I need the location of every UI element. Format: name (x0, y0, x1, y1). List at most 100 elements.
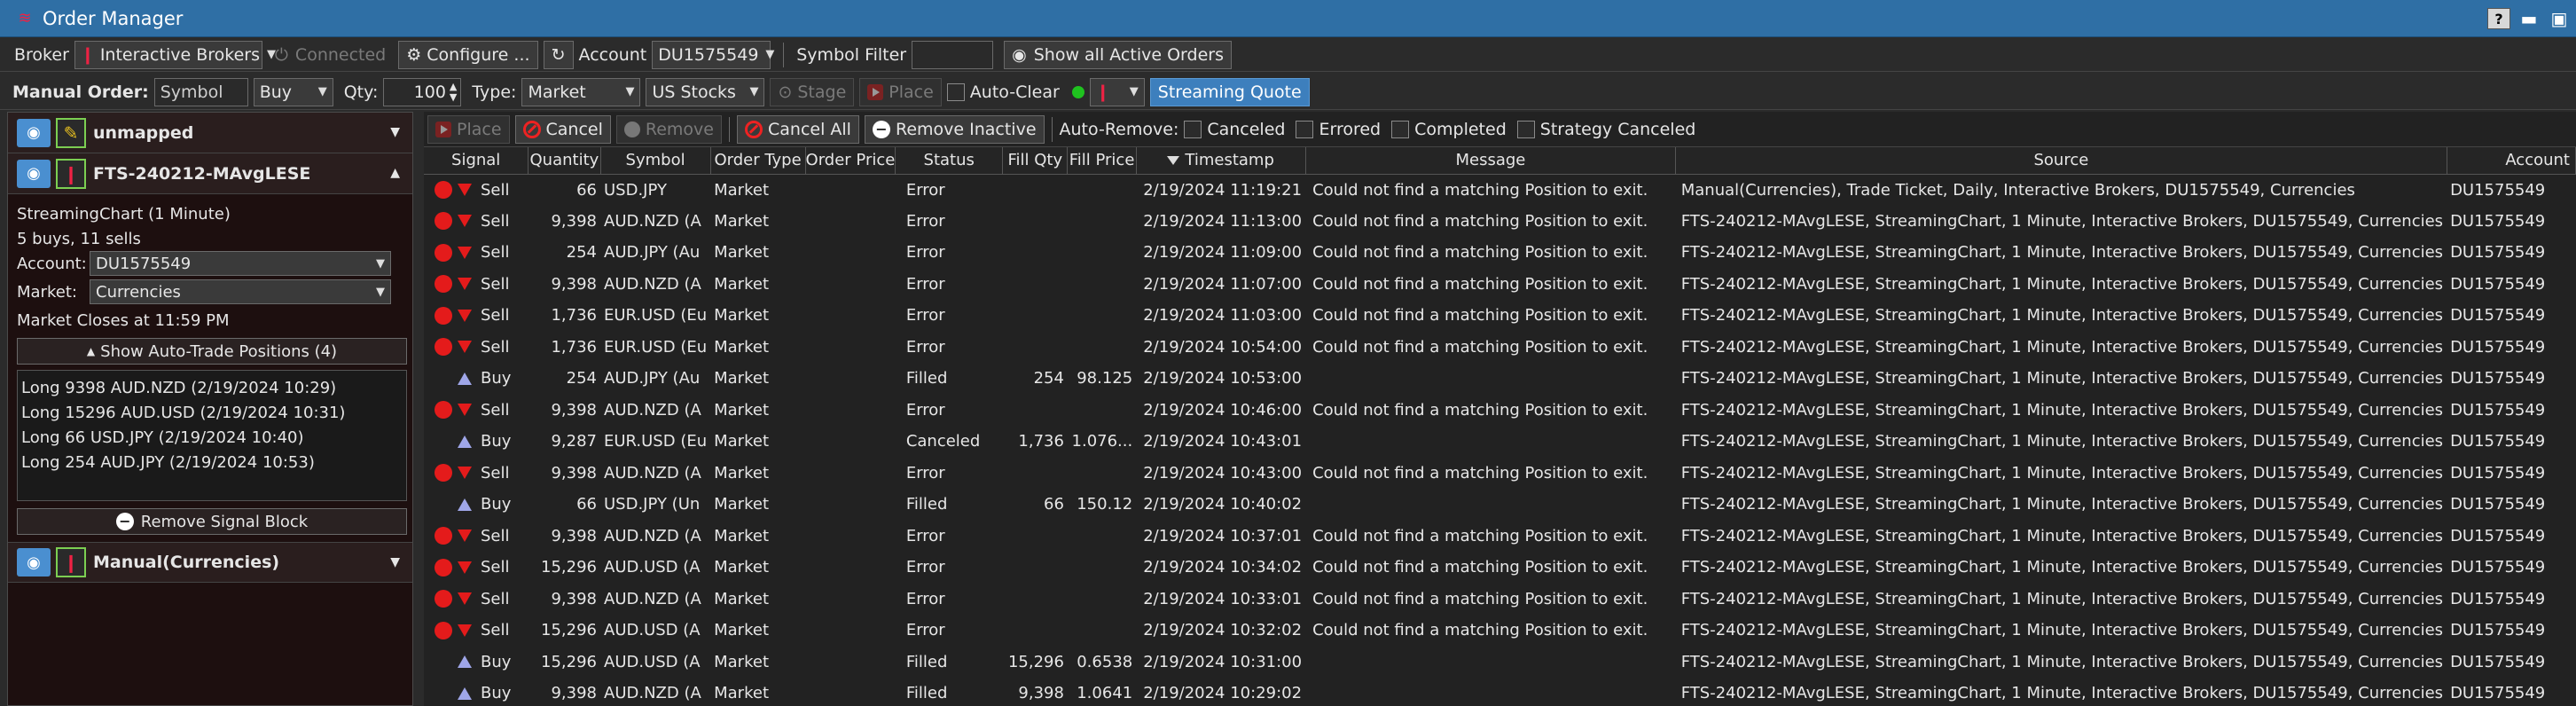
table-row[interactable]: Sell 9,398 AUD.NZD (A Market Error 2/19/2024 … (424, 395, 2576, 427)
account-select[interactable]: DU1575549 ▼ (652, 40, 774, 69)
column-header-signal[interactable]: Signal (424, 147, 529, 175)
cancel-all-button[interactable]: Cancel All (737, 114, 859, 144)
streaming-quote-button[interactable]: Streaming Quote (1149, 77, 1310, 106)
canceled-label: Canceled (1207, 119, 1286, 139)
chevron-up-icon[interactable]: ▲ (390, 166, 400, 180)
market-select[interactable]: US Stocks ▼ (646, 77, 765, 106)
place-order-button[interactable]: Place (859, 77, 942, 106)
quantity-stepper[interactable]: 100 ▲ ▼ (383, 77, 462, 106)
table-row[interactable]: Sell 9,398 AUD.NZD (A Market Error 2/19/2024 … (424, 269, 2576, 301)
column-header-status[interactable]: Status (895, 147, 1004, 175)
fill-price-cell (1068, 206, 1136, 238)
account-cell: DU1575549 (2450, 463, 2546, 482)
place-button[interactable]: Place (427, 114, 510, 144)
column-header-fill-price[interactable]: Fill Price (1067, 147, 1137, 175)
table-row[interactable]: Sell 9,398 AUD.NZD (A Market Error 2/19/2024 … (424, 206, 2576, 238)
symbol-filter-input[interactable] (912, 40, 994, 69)
column-header-source[interactable]: Source (1675, 147, 2447, 175)
maximize-button[interactable]: ▣ (2548, 8, 2571, 29)
signal-group-strategy[interactable]: ◉ ❙ FTS-240212-MAvgLESE ▲ (8, 153, 412, 194)
order-price-cell (805, 647, 896, 679)
strategy-canceled-checkbox[interactable] (1516, 120, 1535, 138)
broker-select[interactable]: ❙ Interactive Brokers ▼ (74, 40, 276, 69)
table-row[interactable]: Buy 66 USD.JPY (Un Market Filled 66 150.12 2/19… (424, 489, 2576, 521)
divider (783, 42, 785, 67)
list-item: Long 254 AUD.JPY (2/19/2024 10:53) (21, 453, 315, 472)
account-cell: DU1575549 (2450, 558, 2546, 577)
eye-icon[interactable]: ◉ (17, 548, 51, 577)
timestamp-cell: 2/19/2024 11:13:00 (1143, 211, 1303, 231)
table-row[interactable]: Sell 1,736 EUR.USD (Eu Market Error 2/19/2024… (424, 300, 2576, 332)
configure-button[interactable]: ⚙ Configure ... (398, 40, 538, 69)
quote-broker-select[interactable]: ❙ ▼ (1089, 77, 1145, 106)
signal-group-manual[interactable]: ◉ ❙ Manual(Currencies) ▼ (8, 542, 412, 583)
table-row[interactable]: Sell 9,398 AUD.NZD (A Market Error 2/19/2024 … (424, 521, 2576, 553)
auto-clear-checkbox[interactable] (946, 82, 965, 101)
table-row[interactable]: Sell 9,398 AUD.NZD (A Market Error 2/19/2024 … (424, 584, 2576, 616)
column-header-quantity[interactable]: Quantity (528, 147, 601, 175)
buy-arrow-icon (458, 655, 472, 669)
table-row[interactable]: Buy 15,296 AUD.USD (A Market Filled 15,296 0.6… (424, 647, 2576, 679)
table-row[interactable]: Buy 254 AUD.JPY (Au Market Filled 254 98.125 2/… (424, 363, 2576, 395)
column-header-symbol[interactable]: Symbol (600, 147, 711, 175)
column-header-fill-qty[interactable]: Fill Qty (1002, 147, 1069, 175)
table-row[interactable]: Buy 9,287 EUR.USD (Eu Market Canceled 1,736 1.… (424, 426, 2576, 458)
timestamp-cell: 2/19/2024 10:29:02 (1143, 684, 1303, 703)
order-price-cell (805, 615, 896, 647)
order-type-select[interactable]: Market ▼ (521, 77, 641, 106)
help-button[interactable]: ? (2487, 8, 2510, 29)
timestamp-cell: 2/19/2024 10:34:02 (1143, 558, 1303, 577)
account-select[interactable]: DU1575549 ▼ (90, 251, 391, 276)
refresh-button[interactable]: ↻ (543, 40, 574, 69)
canceled-checkbox[interactable] (1184, 120, 1202, 138)
side-select[interactable]: Buy ▼ (253, 77, 333, 106)
show-auto-trade-positions-button[interactable]: ▲ Show Auto-Trade Positions (4) (17, 338, 407, 365)
source-cell: FTS-240212-MAvgLESE, StreamingChart, 1 M… (1680, 589, 2444, 608)
minimize-button[interactable]: ▬ (2517, 8, 2541, 29)
show-all-active-orders-button[interactable]: ◉ Show all Active Orders (1004, 40, 1232, 69)
table-row[interactable]: Sell 15,296 AUD.USD (A Market Error 2/19/2024… (424, 552, 2576, 584)
column-header-timestamp[interactable]: Timestamp (1136, 147, 1306, 175)
spin-icon[interactable]: ▲ ▼ (450, 81, 457, 103)
signal-cell: Buy (424, 678, 529, 706)
column-header-order-price[interactable]: Order Price (805, 147, 897, 175)
signal-cell: Buy (424, 426, 529, 458)
symbol-input[interactable]: Symbol (153, 77, 248, 106)
order-type-cell: Market (714, 274, 769, 294)
message-cell: Could not find a matching Position to ex… (1312, 400, 1648, 420)
stage-button[interactable]: ⊙ Stage (770, 77, 855, 106)
message-cell: Could not find a matching Position to ex… (1312, 558, 1648, 577)
market-select[interactable]: Currencies ▼ (90, 279, 391, 304)
table-row[interactable]: Sell 66 USD.JPY Market Error 2/19/2024 11:19:… (424, 174, 2576, 206)
chevron-down-icon[interactable]: ▼ (390, 125, 400, 139)
table-row[interactable]: Sell 1,736 EUR.USD (Eu Market Error 2/19/2024… (424, 332, 2576, 364)
remove-signal-block-button[interactable]: − Remove Signal Block (17, 508, 407, 535)
remove-button[interactable]: Remove (615, 114, 722, 144)
account-cell: DU1575549 (2450, 243, 2546, 263)
table-row[interactable]: Sell 254 AUD.JPY (Au Market Error 2/19/2024 1… (424, 237, 2576, 269)
signal-label: Buy (481, 369, 512, 388)
connected-button[interactable]: ⏻ Connected (268, 41, 393, 69)
order-price-cell (805, 552, 896, 584)
message-cell: Could not find a matching Position to ex… (1312, 463, 1648, 482)
signal-group-unmapped[interactable]: ◉ ✎ unmapped ▼ (8, 113, 412, 153)
status-cell: Error (905, 306, 945, 326)
order-type-cell: Market (714, 337, 769, 357)
account-label: Account (578, 44, 647, 65)
errored-checkbox[interactable] (1296, 120, 1314, 138)
column-header-order-type[interactable]: Order Type (710, 147, 806, 175)
table-row[interactable]: Sell 15,296 AUD.USD (A Market Error 2/19/2024… (424, 615, 2576, 647)
table-row[interactable]: Sell 9,398 AUD.NZD (A Market Error 2/19/2024 … (424, 458, 2576, 490)
eye-icon[interactable]: ◉ (17, 118, 51, 147)
column-header-account[interactable]: Account (2447, 147, 2576, 175)
column-header-message[interactable]: Message (1305, 147, 1677, 175)
eye-icon[interactable]: ◉ (17, 159, 51, 188)
chevron-down-icon[interactable]: ▼ (390, 555, 400, 569)
timestamp-cell: 2/19/2024 10:53:00 (1143, 369, 1303, 388)
title-bar: ≋ Order Manager ? ▬ ▣ (0, 0, 2576, 37)
table-row[interactable]: Buy 9,398 AUD.NZD (A Market Filled 9,398 1.064… (424, 678, 2576, 706)
status-cell: Filled (905, 369, 948, 388)
cancel-button[interactable]: Cancel (514, 114, 611, 144)
completed-checkbox[interactable] (1391, 120, 1410, 138)
remove-inactive-button[interactable]: − Remove Inactive (864, 114, 1045, 144)
